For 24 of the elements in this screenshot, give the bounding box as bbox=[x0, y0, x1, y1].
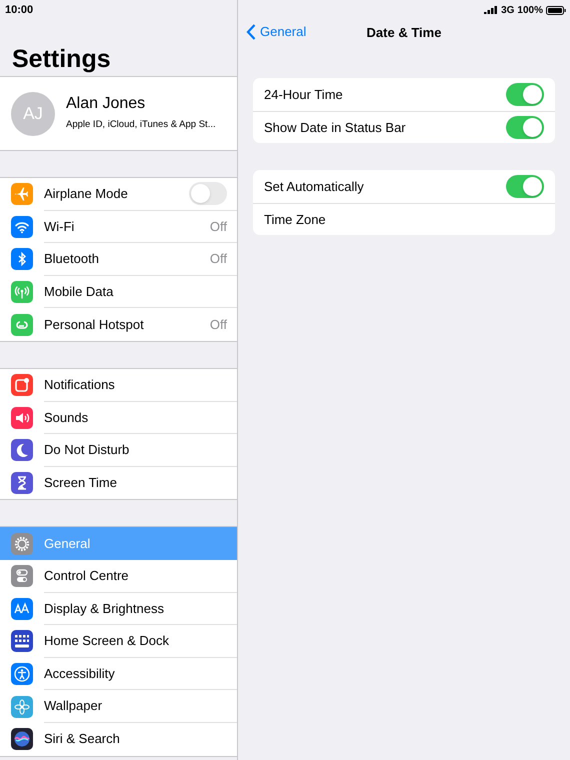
status-time: 10:00 bbox=[5, 2, 34, 18]
profile-name: Alan Jones bbox=[66, 94, 146, 114]
toggle-switch[interactable] bbox=[506, 82, 544, 106]
setting-label: Time Zone bbox=[264, 210, 327, 229]
network-type: 3G bbox=[501, 4, 514, 18]
battery-percent: 100% bbox=[517, 4, 543, 18]
item-value: Off bbox=[210, 316, 227, 334]
back-link[interactable]: General bbox=[246, 22, 306, 42]
profile-row[interactable]: AJ Alan Jones Apple ID, iCloud, iTunes & App St... bbox=[0, 76, 237, 151]
item-value: Off bbox=[210, 250, 227, 268]
avatar: AJ bbox=[11, 92, 55, 136]
setting-label: Set Automatically bbox=[264, 178, 365, 196]
setting-label: 24-Hour Time bbox=[264, 86, 344, 104]
toggle-switch[interactable] bbox=[189, 182, 227, 206]
chevron-icon bbox=[246, 24, 256, 40]
setting-label: Show Date in Status Bar bbox=[264, 118, 407, 137]
battery-icon bbox=[546, 6, 566, 14]
signal-icon bbox=[484, 6, 498, 14]
toggle-switch[interactable] bbox=[506, 116, 544, 139]
item-value: Off bbox=[210, 218, 227, 236]
nav-title: Date & Time bbox=[366, 24, 442, 42]
toggle-switch[interactable] bbox=[506, 174, 544, 198]
page-title: Settings bbox=[12, 47, 111, 72]
profile-subtitle: Apple ID, iCloud, iTunes & App St... bbox=[66, 118, 216, 132]
